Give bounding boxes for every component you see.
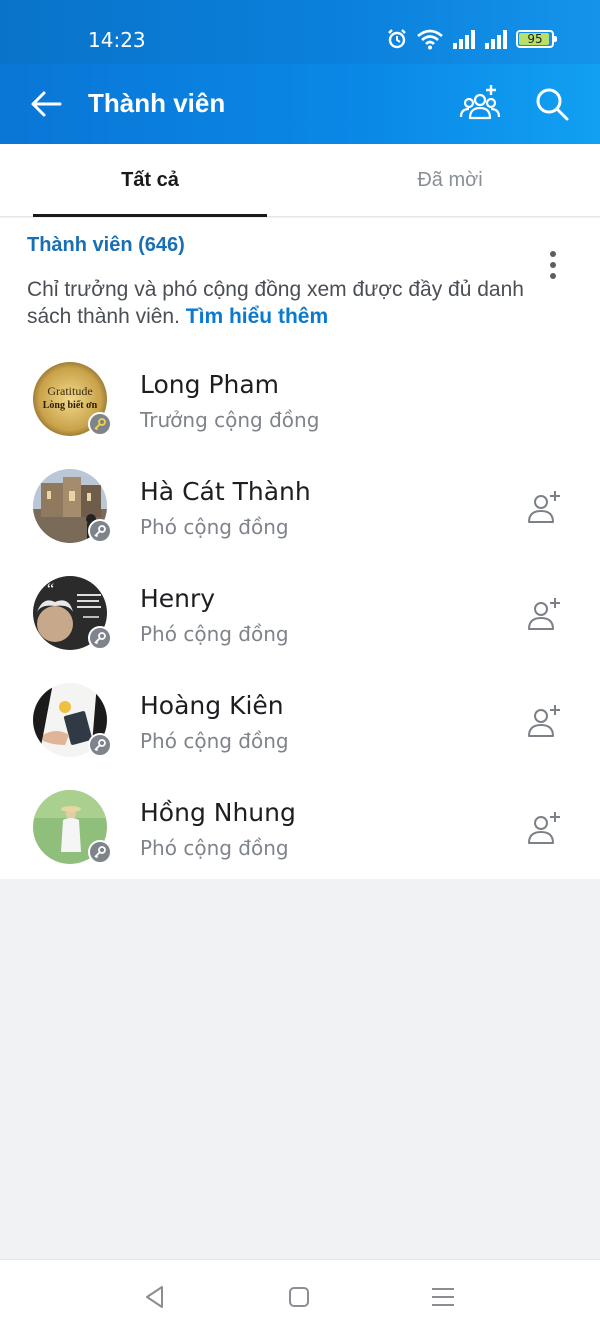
avatar-text-1: Gratitude bbox=[47, 384, 92, 398]
admin-notice: Chỉ trưởng và phó cộng đồng xem được đầy… bbox=[27, 276, 547, 330]
nav-home-icon[interactable] bbox=[284, 1282, 314, 1312]
back-arrow-icon[interactable] bbox=[26, 84, 66, 124]
status-bar: 14:23 95 bbox=[0, 0, 600, 64]
key-badge-icon bbox=[88, 626, 112, 650]
signal-icon-2 bbox=[485, 30, 507, 49]
member-row[interactable]: Hồng Nhung Phó cộng đồng bbox=[0, 778, 600, 885]
members-panel: Thành viên (646) Chỉ trưởng và phó cộng … bbox=[0, 218, 600, 879]
member-name: Hoàng Kiên bbox=[140, 691, 284, 720]
battery-icon: 95 bbox=[516, 30, 557, 48]
key-badge-icon bbox=[88, 412, 112, 436]
alarm-icon bbox=[388, 29, 406, 49]
member-role: Phó cộng đồng bbox=[140, 515, 289, 539]
learn-more-link[interactable]: Tìm hiểu thêm bbox=[186, 305, 328, 328]
more-dot bbox=[550, 273, 556, 279]
member-row[interactable]: “ Henry Phó cộng đồng bbox=[0, 564, 600, 671]
member-role: Phó cộng đồng bbox=[140, 836, 289, 860]
member-role: Trưởng cộng đồng bbox=[140, 408, 320, 432]
nav-back-icon[interactable] bbox=[140, 1282, 170, 1312]
avatar-text-2: Lòng biết ơn bbox=[43, 400, 98, 411]
tab-bar: Tất cả Đã mời bbox=[0, 144, 600, 217]
page-title: Thành viên bbox=[88, 88, 226, 118]
signal-icon-1 bbox=[453, 30, 475, 49]
member-row[interactable]: Hoàng Kiên Phó cộng đồng bbox=[0, 671, 600, 778]
status-icons: 95 bbox=[386, 28, 557, 50]
battery-level: 95 bbox=[527, 32, 543, 46]
tab-active-indicator bbox=[33, 214, 267, 217]
member-name: Henry bbox=[140, 584, 216, 613]
member-name: Hà Cát Thành bbox=[140, 477, 311, 506]
member-row[interactable]: Gratitude Lòng biết ơn Long Pham Trưởng … bbox=[0, 350, 600, 457]
member-role: Phó cộng đồng bbox=[140, 622, 289, 646]
tab-all[interactable]: Tất cả bbox=[0, 144, 300, 216]
tab-invited[interactable]: Đã mời bbox=[300, 144, 600, 216]
add-friend-icon[interactable] bbox=[526, 596, 562, 632]
nav-menu-icon[interactable] bbox=[428, 1282, 458, 1312]
member-name: Hồng Nhung bbox=[140, 798, 296, 827]
key-badge-icon bbox=[88, 519, 112, 543]
more-dot bbox=[550, 262, 556, 268]
member-role: Phó cộng đồng bbox=[140, 729, 289, 753]
svg-text:“: “ bbox=[47, 581, 54, 598]
system-nav-bar bbox=[0, 1259, 600, 1333]
member-row[interactable]: Hà Cát Thành Phó cộng đồng bbox=[0, 457, 600, 564]
key-badge-icon bbox=[88, 840, 112, 864]
key-badge-icon bbox=[88, 733, 112, 757]
add-friend-icon[interactable] bbox=[526, 489, 562, 525]
add-friend-icon[interactable] bbox=[526, 810, 562, 846]
wifi-icon bbox=[417, 29, 443, 50]
add-friend-icon[interactable] bbox=[526, 703, 562, 739]
app-bar: Thành viên bbox=[0, 64, 600, 144]
search-icon[interactable] bbox=[532, 84, 572, 124]
member-name: Long Pham bbox=[140, 370, 280, 399]
add-member-icon[interactable] bbox=[458, 82, 502, 126]
members-count-title: Thành viên (646) bbox=[27, 234, 185, 256]
more-dot bbox=[550, 251, 556, 257]
status-time: 14:23 bbox=[88, 28, 146, 52]
